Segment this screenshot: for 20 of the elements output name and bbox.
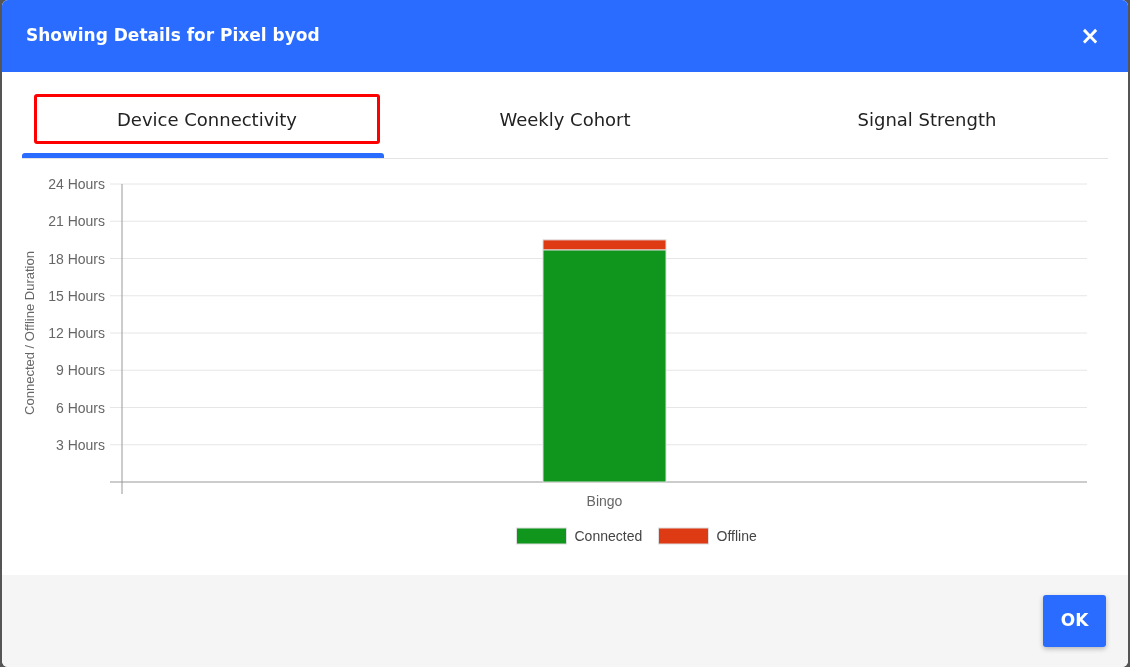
legend-label: Connected <box>574 528 643 544</box>
y-tick-label: 9 Hours <box>55 362 105 379</box>
y-tick-label: 18 Hours <box>48 250 105 267</box>
y-tick-label: 6 Hours <box>55 399 105 416</box>
tab[interactable]: Signal Strength <box>750 94 1104 144</box>
close-button[interactable]: × <box>1075 24 1104 48</box>
ok-button[interactable]: OK <box>1043 595 1106 647</box>
y-tick-label: 3 Hours <box>55 436 105 453</box>
y-tick-label: 21 Hours <box>48 213 105 230</box>
y-tick-label: 15 Hours <box>48 287 105 304</box>
tab[interactable]: Device Connectivity <box>34 94 380 144</box>
x-category-label: Bingo <box>586 493 623 509</box>
y-tick-label: 12 Hours <box>48 325 105 341</box>
legend-swatch <box>516 527 567 545</box>
legend-swatch <box>658 527 709 545</box>
legend-label: Offline <box>716 528 757 544</box>
y-axis-title: Connected / Offline Duration <box>22 251 37 415</box>
modal-title: Showing Details for Pixel byod <box>26 24 320 48</box>
tab[interactable]: Weekly Cohort <box>388 94 742 144</box>
y-tick-label: 24 Hours <box>48 176 105 192</box>
